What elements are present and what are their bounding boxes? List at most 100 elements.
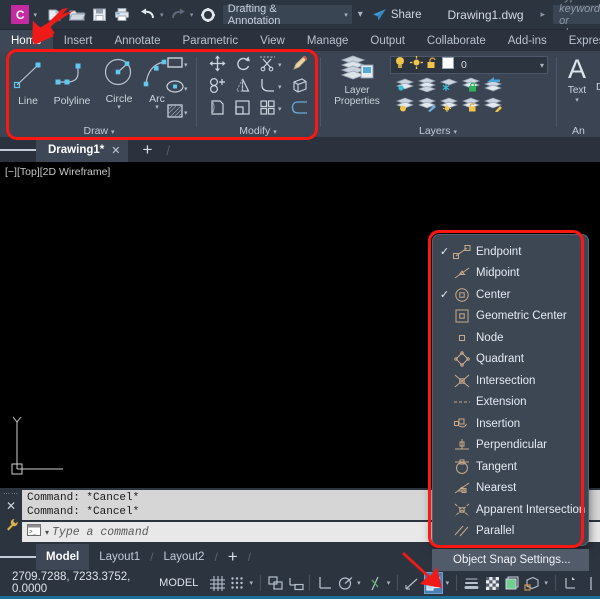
isodraft-dropdown-caret-icon[interactable]: ▾: [384, 579, 393, 587]
hamburger-icon[interactable]: [0, 555, 36, 560]
osnap-item-midpoint[interactable]: Midpoint: [433, 263, 588, 285]
tool-layer-make-current[interactable]: [482, 77, 504, 96]
redo-arrow-icon[interactable]: [167, 4, 188, 26]
workspace-selector[interactable]: Drafting & Annotation ▾: [222, 3, 352, 27]
tool-stretch[interactable]: [206, 99, 229, 120]
polar-icon[interactable]: [336, 572, 354, 594]
layer-unlock-icon[interactable]: [427, 56, 438, 74]
ortho-icon[interactable]: [316, 572, 334, 594]
search-input[interactable]: Type a keyword or phrase: [553, 0, 600, 39]
tool-copy[interactable]: [206, 77, 229, 98]
new-file-icon[interactable]: [44, 4, 65, 26]
drawing-tab[interactable]: Drawing1* ✕: [36, 138, 129, 162]
tab-express-tools[interactable]: Express Tools: [558, 30, 600, 51]
cmd-prompt-icon[interactable]: >_: [27, 523, 42, 541]
panel-modify-title[interactable]: Modify ▾: [198, 125, 318, 137]
tool-layer-isolate[interactable]: [394, 77, 416, 96]
tab-model[interactable]: Model: [36, 544, 90, 570]
tool-circle-dropdown-caret-icon[interactable]: ▾: [98, 104, 140, 111]
model-space-button[interactable]: MODEL: [159, 577, 198, 589]
tab-layout1[interactable]: Layout1: [89, 551, 150, 563]
tool-layer-unlock-all[interactable]: [460, 97, 482, 116]
tool-ellipse[interactable]: [164, 79, 186, 99]
tool-rectangle[interactable]: [164, 55, 186, 75]
tab-output[interactable]: Output: [359, 30, 416, 51]
hamburger-icon[interactable]: [0, 148, 36, 153]
gear-icon[interactable]: [197, 4, 218, 26]
rectangle-dropdown-caret-icon[interactable]: ▾: [184, 61, 188, 69]
osnap-track-icon[interactable]: [404, 572, 422, 594]
anno-visibility-icon[interactable]: [582, 572, 600, 594]
object-snap-menu[interactable]: ✓ Endpoint Midpoint ✓ Center Geometric C…: [432, 234, 589, 546]
osnap-item-nearest[interactable]: Nearest: [433, 478, 588, 500]
tool-layer-change[interactable]: [482, 97, 504, 116]
osnap-item-endpoint[interactable]: ✓ Endpoint: [433, 241, 588, 263]
drag-handle[interactable]: ⋯⋯: [0, 488, 22, 498]
redo-dropdown-caret-icon[interactable]: ▾: [190, 11, 194, 19]
tool-text[interactable]: A Text ▾: [562, 53, 592, 104]
tab-manage[interactable]: Manage: [296, 30, 360, 51]
tab-add-ins[interactable]: Add-ins: [497, 30, 558, 51]
layer-bulb-icon[interactable]: [394, 56, 406, 74]
ellipse-dropdown-caret-icon[interactable]: ▾: [184, 85, 188, 93]
new-layout-button[interactable]: +: [218, 547, 248, 567]
tool-array[interactable]: [256, 99, 279, 120]
osnap-item-extension[interactable]: Extension: [433, 392, 588, 414]
osnap3d-icon[interactable]: [523, 572, 541, 594]
tab-home[interactable]: Home: [0, 30, 53, 51]
fillet-dropdown-caret-icon[interactable]: ▾: [278, 83, 282, 91]
tool-layer-lock[interactable]: [460, 77, 482, 96]
osnap-item-node[interactable]: Node: [433, 327, 588, 349]
document-arrow-icon[interactable]: ▸: [541, 9, 546, 20]
folder-open-icon[interactable]: [66, 4, 87, 26]
tool-erase[interactable]: [288, 55, 311, 76]
infer-icon[interactable]: [267, 572, 285, 594]
tool-layer-on[interactable]: [438, 97, 460, 116]
dynamic-ucs-icon[interactable]: [562, 572, 580, 594]
panel-annotation-title[interactable]: An: [572, 125, 585, 137]
qat-more-caret-icon[interactable]: ▾: [358, 9, 363, 20]
undo-dropdown-caret-icon[interactable]: ▾: [160, 11, 164, 19]
coordinates-display[interactable]: 2709.7288, 7233.3752, 0.0000: [12, 571, 147, 595]
close-icon[interactable]: ✕: [0, 498, 22, 514]
tool-layer-off[interactable]: [394, 97, 416, 116]
undo-arrow-icon[interactable]: [138, 4, 159, 26]
osnap-item-intersection[interactable]: Intersection: [433, 370, 588, 392]
osnap-item-perpendicular[interactable]: Perpendicular: [433, 435, 588, 457]
tool-text-dropdown-caret-icon[interactable]: ▾: [562, 96, 592, 104]
osnap-item-parallel[interactable]: Parallel: [433, 521, 588, 543]
polar-dropdown-caret-icon[interactable]: ▾: [354, 579, 363, 587]
tool-scale[interactable]: [231, 99, 254, 120]
trim-dropdown-caret-icon[interactable]: ▾: [278, 61, 282, 69]
hatch-dropdown-caret-icon[interactable]: ▾: [184, 109, 188, 117]
tab-annotate[interactable]: Annotate: [103, 30, 171, 51]
layer-color-swatch[interactable]: [442, 56, 454, 74]
viewport-controls-label[interactable]: [−][Top][2D Wireframe]: [5, 166, 110, 178]
tool-layer-freeze[interactable]: [438, 77, 460, 96]
osnap-item-apparent-intersection[interactable]: Apparent Intersection: [433, 499, 588, 521]
close-icon[interactable]: ✕: [111, 144, 120, 157]
object-snap-settings-item[interactable]: Object Snap Settings...: [432, 549, 589, 571]
tab-insert[interactable]: Insert: [53, 30, 104, 51]
tool-extrude[interactable]: [288, 77, 311, 98]
printer-icon[interactable]: [111, 4, 132, 26]
chevron-down-icon[interactable]: ▾: [540, 61, 544, 70]
osnap-icon[interactable]: [424, 572, 443, 594]
lineweight-icon[interactable]: [463, 572, 481, 594]
transparency-icon[interactable]: [483, 572, 501, 594]
tool-layer-unisolate[interactable]: [416, 77, 438, 96]
osnap-item-tangent[interactable]: Tangent: [433, 456, 588, 478]
tool-offset[interactable]: [288, 99, 311, 120]
layer-properties-button[interactable]: Layer Properties: [328, 53, 386, 107]
selection-cycling-icon[interactable]: [503, 572, 521, 594]
tool-circle[interactable]: Circle ▾: [98, 53, 140, 111]
tool-trim[interactable]: [256, 55, 279, 76]
layer-sun-icon[interactable]: [410, 56, 423, 74]
snap-dropdown-caret-icon[interactable]: ▾: [247, 579, 256, 587]
new-tab-button[interactable]: +: [128, 140, 166, 160]
osnap-item-center[interactable]: ✓ Center: [433, 284, 588, 306]
save-icon[interactable]: [89, 4, 110, 26]
dyninput-icon[interactable]: [287, 572, 305, 594]
osnap-item-quadrant[interactable]: Quadrant: [433, 349, 588, 371]
isodraft-icon[interactable]: [366, 572, 384, 594]
